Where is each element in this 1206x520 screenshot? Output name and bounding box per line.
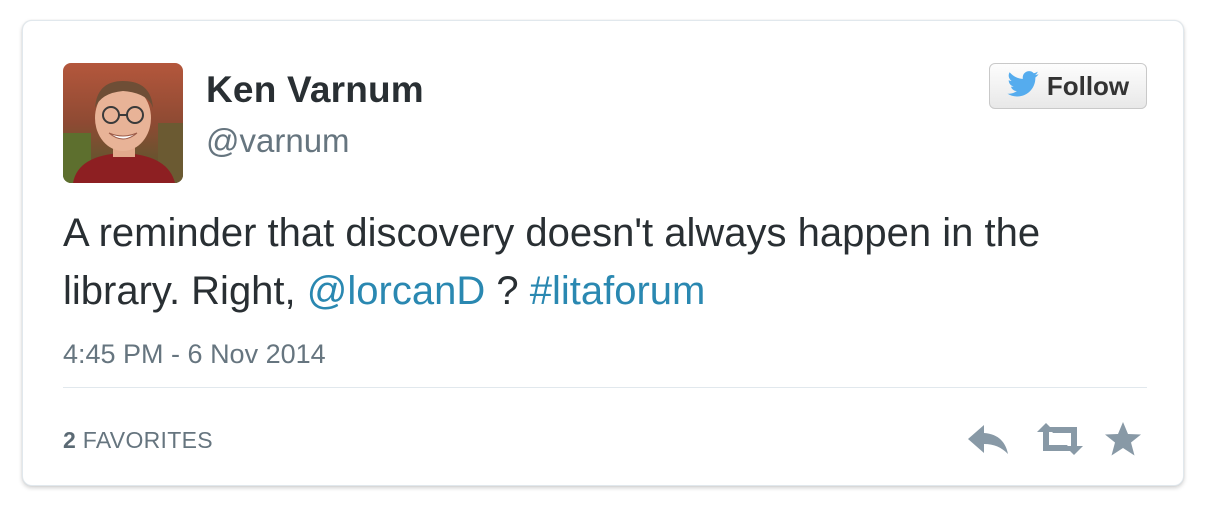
- divider: [63, 387, 1147, 388]
- retweet-button[interactable]: [1033, 421, 1087, 461]
- follow-button[interactable]: Follow: [989, 63, 1147, 109]
- tweet-timestamp[interactable]: 4:45 PM - 6 Nov 2014: [63, 339, 326, 370]
- tweet-text: A reminder that discovery doesn't always…: [63, 204, 1153, 320]
- favorites-count: 2: [63, 427, 77, 453]
- author-handle[interactable]: @varnum: [206, 122, 350, 160]
- hashtag-link[interactable]: #litaforum: [530, 269, 706, 313]
- twitter-bird-icon: [1007, 70, 1039, 102]
- mention-link[interactable]: @lorcanD: [307, 269, 485, 313]
- author-name[interactable]: Ken Varnum: [206, 69, 424, 111]
- avatar[interactable]: [63, 63, 183, 183]
- profile-photo-icon: [63, 63, 183, 183]
- star-icon: [1104, 421, 1142, 462]
- tweet-card: Ken Varnum @varnum Follow A reminder tha…: [22, 20, 1184, 486]
- reply-button[interactable]: [963, 421, 1013, 461]
- favorites-stat[interactable]: 2 FAVORITES: [63, 427, 213, 454]
- favorites-label: FAVORITES: [82, 427, 213, 453]
- tweet-text-part2: ?: [485, 269, 530, 313]
- retweet-icon: [1035, 422, 1085, 460]
- reply-icon: [966, 423, 1010, 460]
- follow-label: Follow: [1046, 70, 1130, 101]
- favorite-button[interactable]: [1101, 421, 1145, 461]
- tweet-actions: [963, 421, 1145, 461]
